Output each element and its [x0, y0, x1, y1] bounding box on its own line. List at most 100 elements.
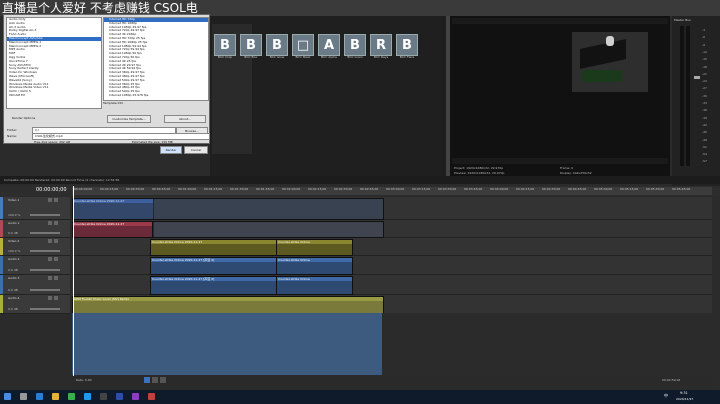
fx-preset-tile[interactable]: B	[396, 34, 418, 56]
master-meter-panel: Master Bus -3 -6 -9 -12 -15 -18 -21 -24 -27 -30 -3…	[672, 16, 720, 186]
clip-label: Counter-strike Online	[277, 240, 352, 244]
fx-preset-caption: BCC Mask	[295, 55, 311, 59]
mute-button[interactable]	[48, 221, 52, 225]
ruler-tick-label: 00:02:30;00	[334, 187, 353, 191]
fx-preset-tile[interactable]: B	[214, 34, 236, 56]
template-list[interactable]: Internet HD 720p Internet HD 1080p Interne…	[103, 17, 209, 101]
track-slider[interactable]	[30, 269, 60, 271]
solo-button[interactable]	[54, 296, 58, 300]
template-item[interactable]: Internet 1080p 23.976 fps	[104, 93, 208, 98]
free-space-text: Free disk space: 292 GB	[34, 140, 71, 144]
track-header[interactable]: Audio 1 0.0 dB	[0, 220, 70, 238]
about-button[interactable]: About...	[164, 115, 206, 123]
wechat-icon[interactable]	[68, 393, 75, 400]
timeline-empty-area[interactable]	[382, 313, 712, 375]
fx-preset-tile[interactable]: R	[370, 34, 392, 56]
audio-clip[interactable]: Counter-strike Online 2020-11-27	[72, 221, 154, 238]
fx-preset-tile[interactable]: B	[266, 34, 288, 56]
template-info-label: Template Info	[103, 101, 124, 105]
qq-icon[interactable]	[84, 393, 91, 400]
master-fader[interactable]	[694, 76, 700, 79]
mute-button[interactable]	[48, 198, 52, 202]
solo-button[interactable]	[54, 257, 58, 261]
ruler-tick-label: 00:03:00;00	[386, 187, 405, 191]
audio-clip[interactable]: Counter-strike Online 2020-11-27 [声道 2]	[150, 257, 277, 275]
obs-icon[interactable]	[100, 393, 107, 400]
track-name: Audio 2	[8, 257, 20, 261]
keyboard-image	[580, 39, 626, 69]
audio-clip[interactable]: Counter-strike Online	[276, 276, 353, 295]
format-item[interactable]: XDCAM EX	[7, 93, 101, 98]
track-header[interactable]: Video 1 100.0 %	[0, 197, 70, 220]
mute-button[interactable]	[48, 257, 52, 261]
audio-clip[interactable]: Counter-strike Online	[276, 257, 353, 275]
preview-transport[interactable]	[452, 158, 668, 164]
clock-time: 9:31	[680, 391, 688, 395]
start-icon[interactable]	[4, 393, 11, 400]
ime-indicator[interactable]: 中	[664, 393, 668, 399]
track-color-strip	[0, 256, 3, 274]
track-header[interactable]: Video 2 100.0 %	[0, 238, 70, 256]
mute-button[interactable]	[48, 239, 52, 243]
render-as-dialog: Audio Only AAC Audio AC-3 Audio Dolby Digit…	[3, 14, 210, 154]
record-button[interactable]	[144, 377, 150, 383]
timeline-selection-region[interactable]	[72, 313, 382, 375]
edge-icon[interactable]	[36, 393, 43, 400]
audio-clip[interactable]: Counter-strike Online 2020-11-27 [声道 2]	[150, 276, 277, 295]
track-slider[interactable]	[30, 232, 60, 234]
render-options-toggle[interactable]: Render Options	[12, 116, 35, 120]
meter-left	[680, 26, 684, 166]
playhead-marker[interactable]	[73, 186, 74, 376]
preview-toolbar[interactable]	[452, 18, 668, 24]
search-icon[interactable]	[20, 393, 27, 400]
customize-template-button[interactable]: Customize Template...	[107, 115, 151, 123]
name-label: Name:	[7, 134, 17, 138]
vegas-icon[interactable]	[116, 393, 123, 400]
ruler-tick-label: 00:00:45;00	[152, 187, 171, 191]
solo-button[interactable]	[54, 276, 58, 280]
video-event-region[interactable]	[72, 198, 384, 220]
ruler-tick-label: 00:03:30;00	[438, 187, 457, 191]
track-slider[interactable]	[30, 308, 60, 310]
app2-icon[interactable]	[148, 393, 155, 400]
ruler-tick-label: 00:04:30;00	[542, 187, 561, 191]
track-header[interactable]: Audio 3 0.0 dB	[0, 275, 70, 295]
track-name: Audio 3	[8, 276, 20, 280]
name-field[interactable]: CSOL生化模式.mp4	[32, 133, 210, 140]
solo-button[interactable]	[54, 239, 58, 243]
track-header[interactable]: Audio 4 0.0 dB	[0, 295, 70, 314]
folder-icon[interactable]	[52, 393, 59, 400]
meter-scale-label: -39	[702, 115, 707, 120]
app-icon[interactable]	[132, 393, 139, 400]
fx-preset-tile[interactable]: A	[318, 34, 340, 56]
cancel-button[interactable]: Cancel	[184, 146, 208, 154]
fx-preset-tile[interactable]: □	[292, 34, 314, 56]
clip-label: Counter-strike Online 2020-11-27 [声道 2]	[151, 277, 276, 281]
track-header[interactable]: Audio 2 0.0 dB	[0, 256, 70, 275]
music-clip[interactable]: GEM Foolish Music Lover (MV) Remix	[72, 296, 384, 314]
fx-preset-tile[interactable]: B	[240, 34, 262, 56]
format-list[interactable]: Audio Only AAC Audio AC-3 Audio Dolby Digit…	[6, 17, 102, 109]
meter-scale-label: -54	[702, 152, 707, 157]
track-color-strip	[0, 197, 3, 219]
video-clip[interactable]: Counter-strike Online 2020-11-27	[150, 239, 277, 256]
audio-event-region[interactable]	[152, 221, 384, 238]
track-slider[interactable]	[30, 289, 60, 291]
track-slider[interactable]	[30, 250, 60, 252]
mute-button[interactable]	[48, 276, 52, 280]
clip-label: Counter-strike Online 2020-11-27	[151, 240, 276, 244]
solo-button[interactable]	[54, 221, 58, 225]
ruler-tick-label: 00:05:30;00	[646, 187, 665, 191]
video-clip[interactable]: Counter-strike Online	[276, 239, 353, 256]
time-ruler[interactable]: 00:00:00;00 00:00:15;00 00:00:30;00 00:00:4…	[72, 187, 712, 195]
render-button[interactable]: Render	[160, 146, 182, 154]
track-slider[interactable]	[30, 214, 60, 216]
mute-button[interactable]	[48, 296, 52, 300]
track-level: 0.0 dB	[8, 268, 18, 272]
fx-preset-tile[interactable]: B	[344, 34, 366, 56]
meter-scale-label: -27	[702, 86, 707, 91]
solo-button[interactable]	[54, 198, 58, 202]
play-button[interactable]	[152, 377, 158, 383]
track-level: 0.0 dB	[8, 307, 18, 311]
stop-button[interactable]	[160, 377, 166, 383]
